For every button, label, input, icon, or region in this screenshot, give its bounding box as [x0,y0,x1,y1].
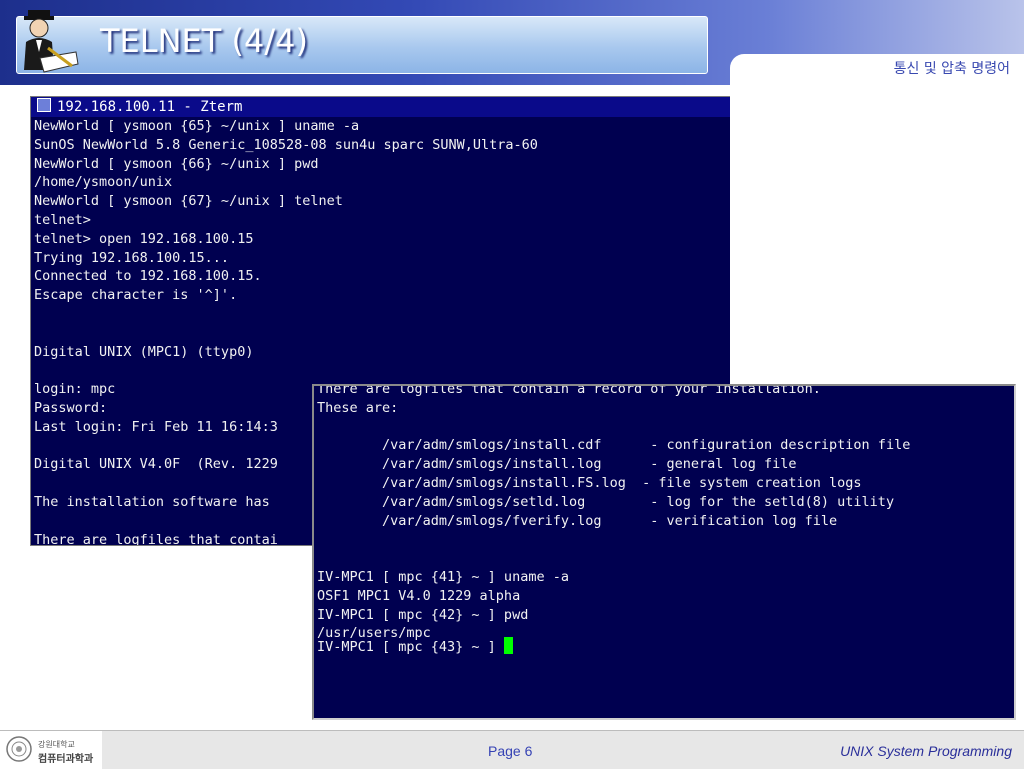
cursor [503,637,513,655]
logo-university-name: 강원대학교 [38,740,75,749]
terminal-line: /var/adm/smlogs/install.FS.log - file sy… [317,474,862,491]
terminal-line: /var/adm/smlogs/fverify.log - verificati… [317,512,838,529]
window-icon [37,98,51,112]
terminal-prompt: IV-MPC1 [ mpc {43} ~ ] [317,639,504,656]
footer-logo: 강원대학교 컴퓨터과학과 [0,731,102,769]
logo-department-name: 컴퓨터과학과 [38,754,94,765]
terminal-line: Escape character is '^]'. [34,287,238,304]
terminal-line: Digital UNIX (MPC1) (ttyp0) [34,343,254,360]
terminal-line: telnet> open 192.168.100.15 [34,230,254,247]
terminal-line: /var/adm/smlogs/install.log - general lo… [317,456,797,473]
terminal-line: These are: [317,399,399,416]
page-number: Page 6 [488,743,533,759]
university-seal-icon [6,736,32,762]
terminal-line: telnet> [34,211,91,228]
blank-panel [730,84,1024,384]
terminal-title: 192.168.100.11 - Zterm [57,99,243,115]
terminal-window-overlay[interactable]: There are logfiles that contain a record… [312,384,1016,720]
terminal-line: /var/adm/smlogs/setld.log - log for the … [317,493,895,510]
terminal-line: NewWorld [ ysmoon {67} ~/unix ] telnet [34,193,343,210]
terminal-output-overlay: There are logfiles that contain a record… [314,384,1014,643]
terminal-line: NewWorld [ ysmoon {66} ~/unix ] pwd [34,155,319,172]
terminal-line: NewWorld [ ysmoon {65} ~/unix ] uname -a [34,118,360,134]
person-writing-icon [24,10,79,73]
terminal-line: /var/adm/smlogs/install.cdf - configurat… [317,437,911,454]
terminal-titlebar[interactable]: 192.168.100.11 - Zterm [31,97,731,117]
terminal-line: IV-MPC1 [ mpc {42} ~ ] pwd [317,606,529,623]
terminal-line: OSF1 MPC1 V4.0 1229 alpha [317,587,521,604]
terminal-line: IV-MPC1 [ mpc {41} ~ ] uname -a [317,568,569,585]
terminal-line: SunOS NewWorld 5.8 Generic_108528-08 sun… [34,136,538,153]
slide-subtitle: 통신 및 압축 명령어 [893,61,1010,77]
footer: 강원대학교 컴퓨터과학과 Page 6 UNIX System Programm… [0,730,1024,769]
terminal-line: Connected to 192.168.100.15. [34,268,262,285]
terminal-line: There are logfiles that contain a record… [317,384,821,397]
terminal-line: Trying 192.168.100.15... [34,249,230,266]
course-name: UNIX System Programming [840,743,1012,759]
slide-title: TELNET (4/4) [100,22,308,60]
terminal-prompt-line[interactable]: IV-MPC1 [ mpc {43} ~ ] [314,637,1014,657]
terminal-line: /home/ysmoon/unix [34,174,173,191]
